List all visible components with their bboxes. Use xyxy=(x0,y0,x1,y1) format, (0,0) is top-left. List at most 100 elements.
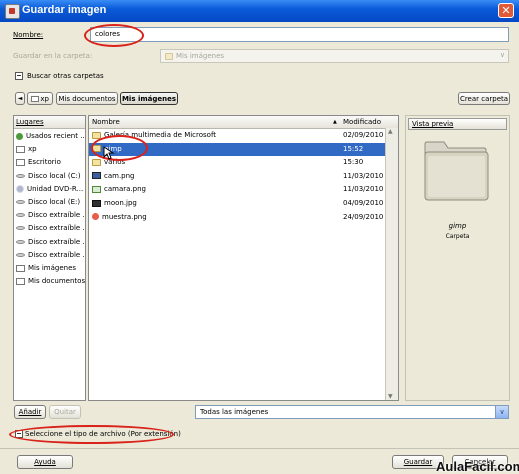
place-item[interactable]: xp xyxy=(14,143,85,156)
add-place-button[interactable]: Añadir xyxy=(14,405,46,419)
file-list-header: Nombre ▲ Modificado xyxy=(89,116,398,129)
name-field[interactable]: colores xyxy=(90,27,509,42)
file-modified: 15:30 xyxy=(343,158,364,167)
places-header[interactable]: Lugares xyxy=(14,116,85,129)
folder-value: Mis imágenes xyxy=(176,52,225,60)
create-folder-button[interactable]: Crear carpeta xyxy=(458,92,510,105)
preview-type: Carpeta xyxy=(445,233,470,240)
image-file-icon xyxy=(92,213,99,221)
place-item[interactable]: Usados recient ... xyxy=(14,130,85,143)
place-item[interactable]: Disco extraíble ... xyxy=(14,249,85,262)
place-item[interactable]: Mis imágenes xyxy=(14,262,85,275)
place-label: Usados recient ... xyxy=(26,132,86,140)
help-button[interactable]: Ayuda xyxy=(17,455,73,469)
window-title: Guardar imagen xyxy=(22,4,107,16)
image-file-icon xyxy=(92,185,101,193)
place-label: Escritorio xyxy=(28,158,61,167)
folder-icon xyxy=(16,145,25,153)
crumb-label: xp xyxy=(40,95,49,103)
place-item[interactable]: Disco extraíble ... xyxy=(14,209,85,222)
file-modified: 04/09/2010 xyxy=(343,199,384,207)
gimp-app-icon xyxy=(5,4,20,19)
column-name-header[interactable]: Nombre xyxy=(92,116,120,128)
name-label: Nombre: xyxy=(13,31,44,39)
place-item[interactable]: Escritorio xyxy=(14,156,85,169)
preview-pane: Vista previa gimp Carpeta xyxy=(405,115,510,401)
chevron-down-icon: ∨ xyxy=(499,51,505,59)
file-modified: 11/03/2010 xyxy=(343,171,384,180)
mouse-cursor xyxy=(103,146,115,162)
place-label: Unidad DVD-R... xyxy=(27,184,84,193)
place-label: Disco local (C:) xyxy=(28,171,81,180)
folder-combo[interactable]: Mis imágenes ∨ xyxy=(160,49,509,63)
path-crumb-mis-imagenes[interactable]: Mis imágenes xyxy=(120,92,178,105)
sort-ascending-icon: ▲ xyxy=(333,119,337,125)
place-item[interactable]: Disco extraíble ... xyxy=(14,236,85,249)
drive-icon xyxy=(16,226,25,231)
place-label: Disco extraíble ... xyxy=(28,211,86,220)
file-row[interactable]: camara.png 11/03/2010 xyxy=(89,183,385,196)
file-name: muestra.png xyxy=(102,212,147,221)
desktop-folder-icon xyxy=(16,158,25,166)
folder-icon xyxy=(16,277,25,285)
remove-place-button[interactable]: Quitar xyxy=(49,405,81,419)
dvd-icon xyxy=(16,184,24,193)
collapse-icon xyxy=(15,72,23,80)
place-item[interactable]: Disco extraíble ... xyxy=(14,222,85,235)
browse-toggle-label: Buscar otras carpetas xyxy=(27,72,104,80)
place-item[interactable]: Unidad DVD-R... xyxy=(14,183,85,196)
file-row[interactable]: moon.jpg 04/09/2010 xyxy=(89,197,385,210)
path-crumb-mis-documentos[interactable]: Mis documentos xyxy=(56,92,118,105)
column-modified-header[interactable]: Modificado xyxy=(343,116,381,128)
drive-icon xyxy=(16,200,25,204)
file-name: cam.png xyxy=(104,171,135,180)
file-list-scrollbar[interactable] xyxy=(385,128,398,400)
image-file-icon xyxy=(92,199,101,207)
file-name: moon.jpg xyxy=(104,199,137,207)
path-crumb-xp[interactable]: xp xyxy=(27,92,53,105)
file-name: camara.png xyxy=(104,185,146,194)
recent-icon xyxy=(16,132,23,140)
drive-icon xyxy=(16,252,25,257)
file-modified: 15:52 xyxy=(343,144,364,153)
folder-label: Guardar en la carpeta: xyxy=(13,52,93,60)
highlight-ellipse xyxy=(91,135,148,161)
place-label: xp xyxy=(28,145,37,154)
place-label: Mis imágenes xyxy=(28,264,77,272)
file-row[interactable]: muestra.png 24/09/2010 xyxy=(89,211,385,224)
file-modified: 02/09/2010 xyxy=(343,131,384,139)
preview-toggle[interactable]: Vista previa xyxy=(408,118,507,130)
title-bar[interactable]: Guardar imagen ✕ xyxy=(0,0,519,22)
folder-icon xyxy=(92,158,101,166)
image-file-icon xyxy=(92,172,101,180)
footer-divider xyxy=(0,448,519,449)
path-back-button[interactable]: ◄ xyxy=(15,92,25,105)
place-label: Disco extraíble ... xyxy=(28,250,86,259)
close-button[interactable]: ✕ xyxy=(498,3,514,18)
large-folder-icon xyxy=(422,140,494,208)
place-label: Disco extraíble ... xyxy=(28,224,86,233)
chevron-down-icon: ∨ xyxy=(495,406,508,418)
file-row[interactable]: cam.png 11/03/2010 xyxy=(89,170,385,183)
browse-folders-toggle[interactable]: Buscar otras carpetas xyxy=(15,72,104,80)
drive-icon xyxy=(16,239,25,244)
filter-value: Todas las imágenes xyxy=(200,408,269,416)
drive-icon xyxy=(16,173,25,178)
watermark: AulaFacil.com xyxy=(436,459,519,474)
folder-icon xyxy=(165,52,173,60)
places-pane[interactable]: Lugares Usados recient ... xp Escritorio Di… xyxy=(13,115,86,401)
place-item[interactable]: Mis documentos xyxy=(14,275,85,288)
place-label: Mis documentos xyxy=(28,277,86,286)
drive-icon xyxy=(16,213,25,218)
place-item[interactable]: Disco local (E:) xyxy=(14,196,85,209)
place-item[interactable]: Disco local (C:) xyxy=(14,170,85,183)
place-label: Disco local (E:) xyxy=(28,198,81,206)
folder-icon xyxy=(31,96,40,102)
highlight-ellipse xyxy=(84,24,144,47)
file-modified: 24/09/2010 xyxy=(343,212,384,221)
file-modified: 11/03/2010 xyxy=(343,185,384,194)
folder-icon xyxy=(16,264,25,272)
preview-name: gimp xyxy=(448,222,467,230)
place-label: Disco extraíble ... xyxy=(28,237,86,246)
file-filter-combo[interactable]: Todas las imágenes ∨ xyxy=(195,405,509,419)
